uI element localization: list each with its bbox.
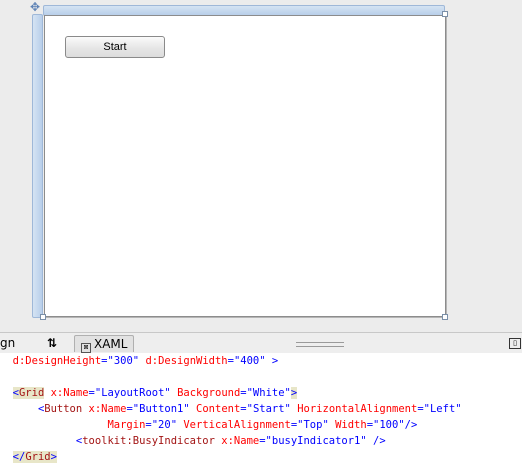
design-surface[interactable]: ✥ Start <box>0 0 522 332</box>
collapse-pane-icon[interactable]: ▯ <box>509 338 521 349</box>
resize-handle-top-right[interactable] <box>442 11 448 17</box>
view-tab-bar: gn ⇅ ⊠ XAML ▯ <box>0 332 522 354</box>
move-icon[interactable]: ✥ <box>29 1 41 13</box>
start-button[interactable]: Start <box>65 36 165 58</box>
code-line: </Grid> <box>12 451 57 463</box>
layout-root-grid[interactable]: Start <box>44 15 446 317</box>
code-line: <Grid x:Name="LayoutRoot" Background="Wh… <box>12 387 298 399</box>
code-line: Margin="20" VerticalAlignment="Top" Widt… <box>107 419 418 431</box>
code-line: <Button x:Name="Button1" Content="Start"… <box>37 403 462 415</box>
tab-design[interactable]: gn <box>0 335 34 351</box>
pane-splitter[interactable] <box>296 342 344 347</box>
resize-handle-bottom-right[interactable] <box>442 314 448 320</box>
xaml-editor[interactable]: d:DesignHeight="300" d:DesignWidth="400"… <box>0 353 522 468</box>
tab-xaml[interactable]: ⊠ XAML <box>74 335 134 353</box>
resize-handle-bottom-left[interactable] <box>40 314 46 320</box>
tab-xaml-label: XAML <box>94 337 128 351</box>
code-line: <toolkit:BusyIndicator x:Name="busyIndic… <box>75 435 386 447</box>
xaml-icon: ⊠ <box>81 343 91 353</box>
grid-ruler-left[interactable] <box>32 14 43 318</box>
code-line: d:DesignHeight="300" d:DesignWidth="400"… <box>12 355 279 367</box>
swap-panes-icon[interactable]: ⇅ <box>36 335 68 351</box>
